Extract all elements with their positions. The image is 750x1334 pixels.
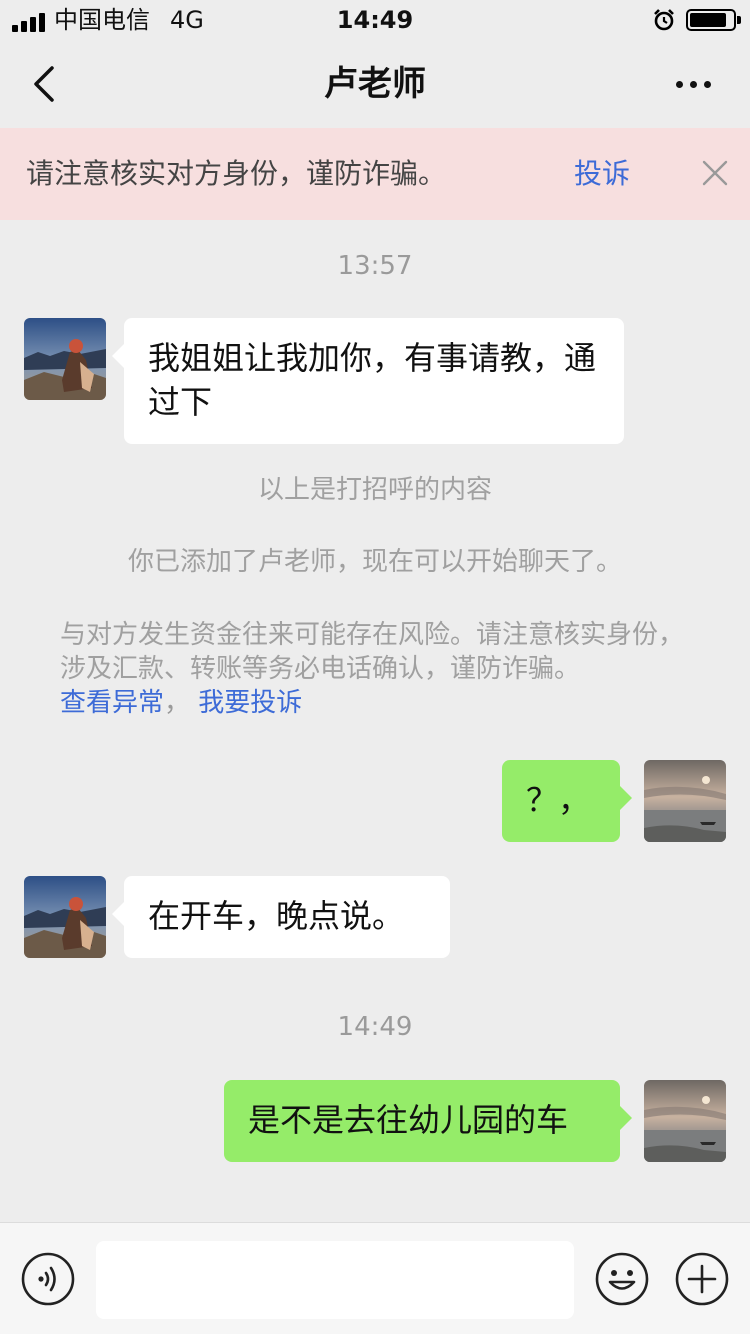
risk-link-separator: ， (164, 688, 191, 718)
message-text: ？， (526, 781, 591, 819)
outgoing-message[interactable]: ？， (502, 760, 632, 842)
more-options-icon[interactable] (668, 70, 720, 98)
my-avatar[interactable] (644, 760, 726, 842)
alarm-clock-icon (654, 9, 674, 31)
timestamp: 14:49 (337, 1012, 413, 1042)
message-text: 在开车，晚点说。 (148, 897, 405, 935)
status-bar: 中国电信 4G 14:49 (0, 0, 750, 40)
report-complaint-link[interactable]: 我要投诉 (198, 688, 302, 718)
close-icon[interactable] (700, 158, 730, 188)
status-time: 14:49 (336, 6, 414, 34)
nav-bar: 卢老师 (0, 40, 750, 128)
added-contact-note: 你已添加了卢老师，现在可以开始聊天了。 (127, 547, 622, 577)
incoming-message[interactable]: 在开车，晚点说。 (112, 876, 450, 958)
timestamp: 13:57 (337, 251, 413, 281)
outgoing-message[interactable]: 是不是去往幼儿园的车 (224, 1080, 632, 1162)
chat-title: 卢老师 (324, 64, 426, 104)
view-abnormal-link[interactable]: 查看异常 (60, 688, 164, 718)
incoming-message[interactable]: 我姐姐让我加你，有事请教，通过下 (112, 318, 624, 444)
message-text: 我姐姐让我加你，有事请教，通过下 (148, 339, 597, 421)
fraud-warning-banner: 请注意核实对方身份，谨防诈骗。 投诉 (0, 128, 750, 220)
battery-icon (686, 9, 741, 31)
risk-links: 查看异常， 我要投诉 (60, 686, 302, 720)
risk-warning-note: 与对方发生资金往来可能存在风险。请注意核实身份，涉及汇款、转账等务必电话确认，谨… (60, 620, 685, 684)
contact-avatar[interactable] (24, 876, 106, 958)
greeting-note: 以上是打招呼的内容 (257, 475, 492, 505)
contact-avatar[interactable] (24, 318, 106, 400)
complaint-link[interactable]: 投诉 (574, 154, 630, 194)
warning-text: 请注意核实对方身份，谨防诈骗。 (26, 157, 447, 190)
plus-icon[interactable] (674, 1251, 730, 1307)
message-text: 是不是去往幼儿园的车 (248, 1101, 569, 1139)
message-input[interactable] (96, 1241, 574, 1319)
voice-input-icon[interactable] (20, 1251, 76, 1307)
emoji-icon[interactable] (594, 1251, 650, 1307)
my-avatar[interactable] (644, 1080, 726, 1162)
input-bar (0, 1222, 750, 1334)
